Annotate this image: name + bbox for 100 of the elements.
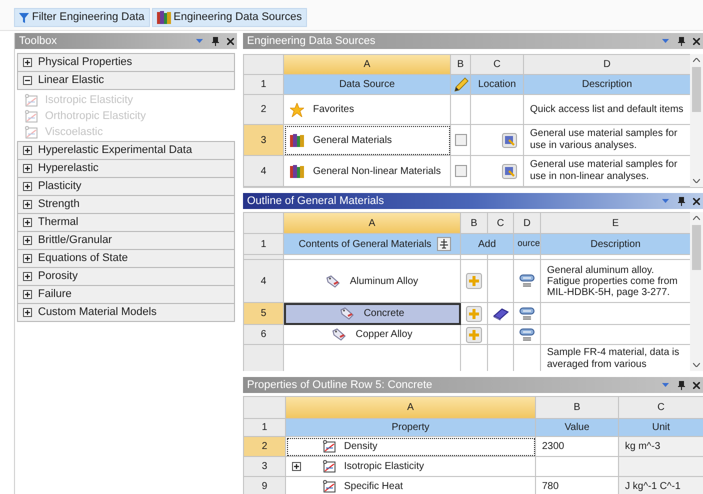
toolbar-button[interactable]: Filter Engineering Data <box>14 8 150 27</box>
toolbox-group[interactable]: Brittle/Granular <box>17 231 235 250</box>
toolbox-group[interactable]: Equations of State <box>17 249 235 268</box>
group-label: Physical Properties <box>38 55 132 70</box>
toolbox-group[interactable]: Failure <box>17 285 235 304</box>
pin-icon[interactable] <box>678 196 685 206</box>
table-cell: 2300 <box>536 437 619 457</box>
column-header: Location <box>471 75 524 95</box>
material-name[interactable]: Copper Alloy <box>356 327 412 342</box>
close-icon[interactable] <box>693 198 700 204</box>
material-name[interactable]: Concrete <box>364 306 404 321</box>
location-icon[interactable] <box>502 164 517 178</box>
row-number: 6 <box>244 325 284 345</box>
expand-icon[interactable] <box>23 236 32 245</box>
column-header: Contents of General Materials <box>298 238 432 252</box>
column-letter: B <box>536 397 619 419</box>
scrollbar[interactable] <box>690 212 703 371</box>
collapse-icon[interactable] <box>23 76 32 85</box>
toolbox-group[interactable]: Custom Material Models <box>17 303 235 322</box>
row-number: 1 <box>244 419 286 437</box>
expand-icon[interactable] <box>292 462 301 471</box>
scrollbar[interactable] <box>690 54 703 187</box>
books-icon <box>156 11 171 24</box>
checkbox[interactable] <box>454 165 466 177</box>
toolbox-group[interactable]: Strength <box>17 195 235 214</box>
group-label: Failure <box>38 287 72 302</box>
toolbox-group[interactable]: Hyperelastic <box>17 159 235 178</box>
group-label: Hyperelastic <box>38 161 99 176</box>
property-chart-icon <box>25 110 38 122</box>
row-number: 5 <box>244 303 284 325</box>
scroll-up-icon[interactable] <box>693 216 700 220</box>
link-icon <box>519 306 535 320</box>
close-icon[interactable] <box>693 382 700 388</box>
toolbar-button[interactable]: Engineering Data Sources <box>152 8 307 27</box>
material-name[interactable]: Aluminum Alloy <box>350 274 418 288</box>
data-source-name[interactable]: General Materials <box>313 132 392 148</box>
dropdown-icon[interactable] <box>662 199 669 203</box>
toolbox-group[interactable]: Linear Elastic <box>17 71 235 90</box>
column-header: Unit <box>619 419 703 437</box>
group-label: Thermal <box>38 215 78 230</box>
row-number: 4 <box>244 260 284 303</box>
column-letter: A <box>286 397 536 419</box>
group-label: Strength <box>38 197 80 212</box>
panel-title: Outline of General Materials <box>247 196 385 206</box>
books-icon <box>290 164 304 178</box>
row-number: 9 <box>244 477 286 494</box>
close-icon[interactable] <box>693 38 700 44</box>
close-icon[interactable] <box>227 38 234 44</box>
expand-icon[interactable] <box>23 146 32 155</box>
data-source-name[interactable]: General Non-linear Materials <box>313 164 441 178</box>
row-number: 1 <box>244 234 284 255</box>
property-name[interactable]: Density <box>344 439 378 454</box>
expand-icon[interactable] <box>23 218 32 227</box>
toolbox-group[interactable]: Porosity <box>17 267 235 286</box>
scroll-down-icon[interactable] <box>693 179 700 183</box>
scroll-thumb[interactable] <box>692 225 701 270</box>
book-icon <box>492 306 508 320</box>
column-header: Description <box>541 234 690 255</box>
column-letter: B <box>461 213 488 234</box>
group-label: Hyperelastic Experimental Data <box>38 143 192 158</box>
column-letter: C <box>619 397 703 419</box>
books-icon <box>290 134 304 146</box>
property-name[interactable]: Isotropic Elasticity <box>344 459 424 474</box>
expand-icon[interactable] <box>23 182 32 191</box>
panel-title: Engineering Data Sources <box>247 36 376 46</box>
expand-icon[interactable] <box>23 164 32 173</box>
expand-icon[interactable] <box>23 254 32 263</box>
property-name[interactable]: Specific Heat <box>344 479 403 494</box>
pin-icon[interactable] <box>678 380 685 390</box>
group-label: Equations of State <box>38 251 128 266</box>
data-source-name[interactable]: Favorites <box>313 102 354 117</box>
row-number: 3 <box>244 457 286 477</box>
toolbox-group[interactable]: Hyperelastic Experimental Data <box>17 141 235 160</box>
scroll-up-icon[interactable] <box>693 58 700 62</box>
scroll-down-icon[interactable] <box>693 363 700 367</box>
link-icon <box>519 328 535 342</box>
expand-icon[interactable] <box>23 58 32 67</box>
dropdown-icon[interactable] <box>662 383 669 387</box>
column-letter: A <box>284 213 461 234</box>
pin-icon[interactable] <box>678 36 685 46</box>
column-letter: C <box>471 55 524 75</box>
toolbox-group[interactable]: Plasticity <box>17 177 235 196</box>
expand-icon[interactable] <box>23 308 32 317</box>
sort-icon[interactable] <box>437 237 452 251</box>
row-number: 1 <box>244 75 284 95</box>
dropdown-icon[interactable] <box>662 39 669 43</box>
scroll-thumb[interactable] <box>692 67 701 112</box>
expand-icon[interactable] <box>23 200 32 209</box>
toolbox-group[interactable]: Thermal <box>17 213 235 232</box>
row-number: 2 <box>244 437 286 457</box>
pin-icon[interactable] <box>212 36 219 46</box>
toolbox-group[interactable]: Physical Properties <box>17 53 235 72</box>
expand-icon[interactable] <box>23 272 32 281</box>
dropdown-icon[interactable] <box>196 39 203 43</box>
row-number: 2 <box>244 95 284 125</box>
checkbox[interactable] <box>454 134 466 146</box>
group-label: Brittle/Granular <box>38 233 112 248</box>
expand-icon[interactable] <box>23 290 32 299</box>
location-icon[interactable] <box>502 132 517 148</box>
column-header: Property <box>286 419 536 437</box>
